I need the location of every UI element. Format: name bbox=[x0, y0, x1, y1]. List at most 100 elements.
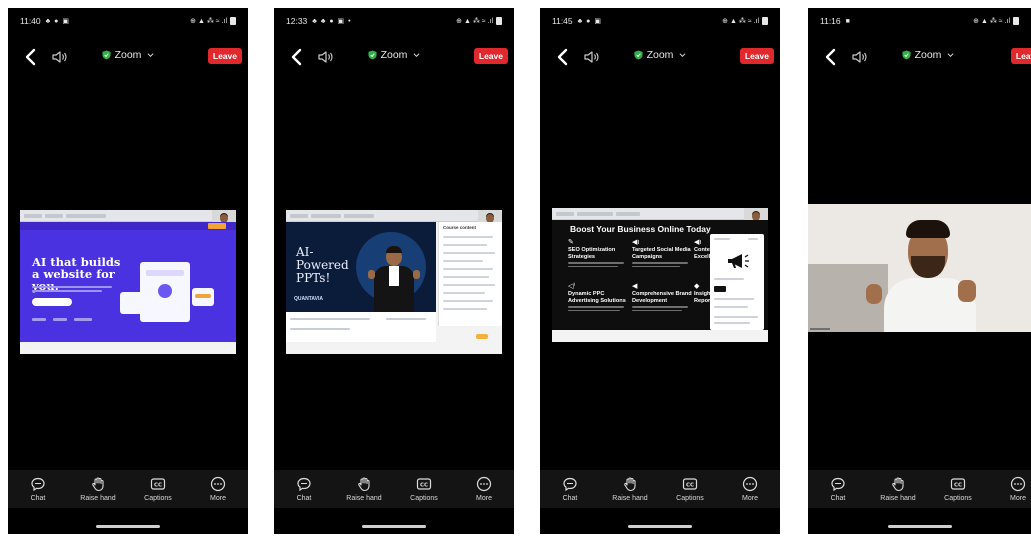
chat-button[interactable]: Chat bbox=[542, 476, 598, 502]
captions-label: Captions bbox=[144, 495, 172, 502]
more-label: More bbox=[210, 495, 226, 502]
more-button[interactable]: More bbox=[456, 476, 512, 502]
more-icon bbox=[1010, 476, 1026, 492]
meeting-title: Zoom bbox=[914, 49, 942, 61]
leave-button[interactable]: Leave bbox=[1010, 48, 1031, 64]
notification-icons: ♣ ♣ ● ▣ • bbox=[312, 18, 352, 25]
chart-icon: ◆ bbox=[694, 283, 700, 290]
meeting-title-dropdown[interactable]: Zoom bbox=[634, 49, 687, 61]
shield-icon bbox=[102, 50, 111, 60]
speaker-icon[interactable] bbox=[316, 48, 334, 66]
notification-icons: ♣ ● ▣ bbox=[45, 18, 70, 25]
captions-icon: CC bbox=[950, 478, 966, 490]
notification-icons: ■ bbox=[845, 17, 851, 25]
meeting-toolbar: Chat Raise hand CC Captions More bbox=[808, 470, 1031, 508]
captions-label: Captions bbox=[676, 495, 704, 502]
meeting-title: Zoom bbox=[646, 49, 674, 61]
website-hero: AI that builds a website for you. bbox=[20, 222, 236, 342]
service-item: ✎ SEO Optimization Strategies bbox=[568, 238, 630, 268]
leave-button[interactable]: Leave bbox=[207, 48, 242, 64]
status-time: 11:40 bbox=[20, 16, 41, 26]
megaphone-icon: ◀ bbox=[632, 283, 638, 290]
status-bar: 11:16 ■ ⊕ ▲ ⁂ ≈ .ıl bbox=[808, 8, 1031, 34]
phone-screen-3: 11:45 ♣ ● ▣ ⊕ ▲ ⁂ ≈ .ıl Zoom Leave Boost… bbox=[540, 8, 780, 534]
raise-hand-button[interactable]: Raise hand bbox=[870, 476, 926, 502]
chat-button[interactable]: Chat bbox=[810, 476, 866, 502]
hand-icon bbox=[624, 477, 636, 492]
home-indicator[interactable] bbox=[887, 525, 952, 528]
speaker-icon[interactable] bbox=[50, 48, 68, 66]
captions-label: Captions bbox=[410, 495, 438, 502]
service-item: ◆ Insight Report bbox=[694, 283, 710, 304]
phone-screen-1: 11:40 ♣ ● ▣ ⊕ ▲ ⁂ ≈ .ıl Zoom Leave AI th… bbox=[8, 8, 248, 534]
network-icons: ⊕ ▲ ⁂ ≈ .ıl bbox=[722, 18, 759, 25]
back-arrow-icon[interactable] bbox=[22, 47, 40, 67]
raise-hand-label: Raise hand bbox=[880, 495, 916, 502]
more-button[interactable]: More bbox=[190, 476, 246, 502]
svg-text:CC: CC bbox=[954, 483, 962, 489]
svg-text:CC: CC bbox=[686, 483, 694, 489]
pen-icon: ✎ bbox=[568, 239, 574, 246]
status-time: 11:45 bbox=[552, 16, 573, 26]
captions-button[interactable]: CC Captions bbox=[130, 476, 186, 502]
raise-hand-button[interactable]: Raise hand bbox=[336, 476, 392, 502]
hero-cta-button bbox=[32, 298, 72, 306]
more-label: More bbox=[1010, 495, 1026, 502]
sound-icon: ◁⁾ bbox=[568, 283, 576, 290]
course-video: AI-Powered PPTs! QUANTAVIA bbox=[286, 222, 436, 312]
leave-button[interactable]: Leave bbox=[739, 48, 774, 64]
battery-icon bbox=[496, 17, 502, 25]
course-sidebar: Course content bbox=[438, 222, 502, 326]
captions-label: Captions bbox=[944, 495, 972, 502]
chat-icon bbox=[563, 477, 577, 492]
home-indicator[interactable] bbox=[96, 525, 160, 528]
chat-button[interactable]: Chat bbox=[10, 476, 66, 502]
battery-icon bbox=[1013, 17, 1019, 25]
participant-name-tag bbox=[810, 328, 830, 330]
network-icons: ⊕ ▲ ⁂ ≈ .ıl bbox=[456, 18, 493, 25]
meeting-title-dropdown[interactable]: Zoom bbox=[102, 49, 155, 61]
meeting-title-dropdown[interactable]: Zoom bbox=[902, 49, 955, 61]
speaker-icon[interactable] bbox=[582, 48, 600, 66]
raise-hand-button[interactable]: Raise hand bbox=[602, 476, 658, 502]
more-button[interactable]: More bbox=[990, 476, 1031, 502]
captions-button[interactable]: CC Captions bbox=[396, 476, 452, 502]
meeting-title-dropdown[interactable]: Zoom bbox=[368, 49, 421, 61]
hand-icon bbox=[92, 477, 104, 492]
captions-icon: CC bbox=[416, 478, 432, 490]
back-arrow-icon[interactable] bbox=[822, 47, 840, 67]
meeting-title: Zoom bbox=[114, 49, 142, 61]
brand-badge: QUANTAVIA bbox=[294, 296, 323, 302]
chat-label: Chat bbox=[30, 495, 46, 502]
video-title: AI-Powered PPTs! bbox=[296, 245, 349, 285]
speaker-icon[interactable] bbox=[850, 48, 868, 66]
chat-button[interactable]: Chat bbox=[276, 476, 332, 502]
raise-hand-label: Raise hand bbox=[80, 495, 116, 502]
shared-screen: Boost Your Business Online Today ✎ SEO O… bbox=[552, 208, 768, 342]
home-indicator[interactable] bbox=[362, 525, 426, 528]
back-arrow-icon[interactable] bbox=[288, 47, 306, 67]
phone-screen-4: 11:16 ■ ⊕ ▲ ⁂ ≈ .ıl Zoom Leave bbox=[808, 8, 1031, 534]
raise-hand-button[interactable]: Raise hand bbox=[70, 476, 126, 502]
leave-button[interactable]: Leave bbox=[473, 48, 508, 64]
chat-label: Chat bbox=[562, 495, 578, 502]
raise-hand-label: Raise hand bbox=[346, 495, 382, 502]
status-bar: 11:40 ♣ ● ▣ ⊕ ▲ ⁂ ≈ .ıl bbox=[8, 8, 248, 34]
more-icon bbox=[476, 476, 492, 492]
megaphone-icon: ◀ı bbox=[632, 239, 640, 246]
more-icon bbox=[210, 476, 226, 492]
home-indicator[interactable] bbox=[628, 525, 692, 528]
more-icon bbox=[742, 476, 758, 492]
svg-text:CC: CC bbox=[420, 483, 428, 489]
status-bar: 11:45 ♣ ● ▣ ⊕ ▲ ⁂ ≈ .ıl bbox=[540, 8, 780, 34]
chevron-down-icon bbox=[413, 53, 420, 58]
captions-button[interactable]: CC Captions bbox=[930, 476, 986, 502]
partner-logos bbox=[32, 318, 92, 321]
browser-chrome bbox=[20, 210, 236, 222]
back-arrow-icon[interactable] bbox=[554, 47, 572, 67]
hand-icon bbox=[358, 477, 370, 492]
more-button[interactable]: More bbox=[722, 476, 778, 502]
captions-button[interactable]: CC Captions bbox=[662, 476, 718, 502]
service-item: ◁⁾ Dynamic PPC Advertising Solutions bbox=[568, 282, 630, 312]
megaphone-icon: ◀ı bbox=[694, 239, 702, 246]
